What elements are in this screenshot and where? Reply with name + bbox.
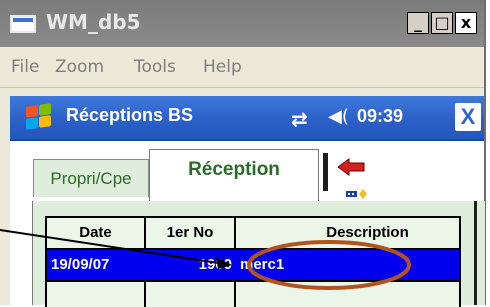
volume-icon[interactable]: ◀( — [328, 106, 349, 127]
menu-help[interactable]: Help — [203, 57, 242, 77]
network-sync-icon[interactable]: ⇄ — [291, 107, 308, 131]
menu-file[interactable]: File — [11, 57, 39, 77]
device-taskbar: Réceptions BS ⇄ ◀( 09:39 X — [10, 96, 484, 141]
tab-reception[interactable]: Réception — [149, 149, 319, 201]
cell-date[interactable]: 19/09/07 — [51, 250, 109, 280]
window-app-icon — [10, 15, 36, 33]
window-title: WM_db5 — [46, 10, 141, 34]
maximize-button[interactable]: □ — [431, 12, 453, 34]
minimize-button[interactable]: _ — [407, 12, 429, 34]
menu-zoom[interactable]: Zoom — [55, 57, 104, 77]
clock[interactable]: 09:39 — [357, 106, 403, 127]
menubar: File Zoom Tools Help — [0, 47, 484, 88]
reception-table: Date 1er No Description 19/09/07 1900 me… — [45, 216, 461, 307]
windows-start-icon[interactable] — [24, 103, 54, 130]
column-header-date[interactable]: Date — [47, 218, 144, 248]
app-title: Réceptions BS — [66, 105, 194, 125]
cell-description[interactable]: merc1 — [240, 250, 284, 280]
tab-strip: Propri/Cpe Réception — [10, 141, 484, 204]
column-header-first-number[interactable]: 1er No — [146, 218, 234, 248]
emulator-window: WM_db5 _ □ x File Zoom Tools Help Récept… — [0, 0, 486, 307]
row-divider — [47, 280, 459, 282]
window-titlebar: WM_db5 _ □ x — [0, 0, 484, 47]
tab-propri-cpe[interactable]: Propri/Cpe — [33, 159, 149, 197]
menu-tools[interactable]: Tools — [134, 57, 176, 77]
close-button[interactable]: x — [455, 12, 477, 34]
toolbar-glyph-icon[interactable] — [346, 188, 368, 200]
reception-panel: Date 1er No Description 19/09/07 1900 me… — [32, 201, 485, 307]
device-screen: Réceptions BS ⇄ ◀( 09:39 X Propri/Cpe Ré… — [10, 96, 485, 307]
panel-right-border — [474, 201, 477, 305]
tab-separator — [323, 153, 328, 191]
cell-first-number[interactable]: 1900 — [146, 250, 232, 280]
app-close-button[interactable]: X — [455, 103, 481, 131]
column-header-description[interactable]: Description — [236, 218, 459, 248]
red-back-arrow-icon[interactable] — [336, 157, 366, 177]
